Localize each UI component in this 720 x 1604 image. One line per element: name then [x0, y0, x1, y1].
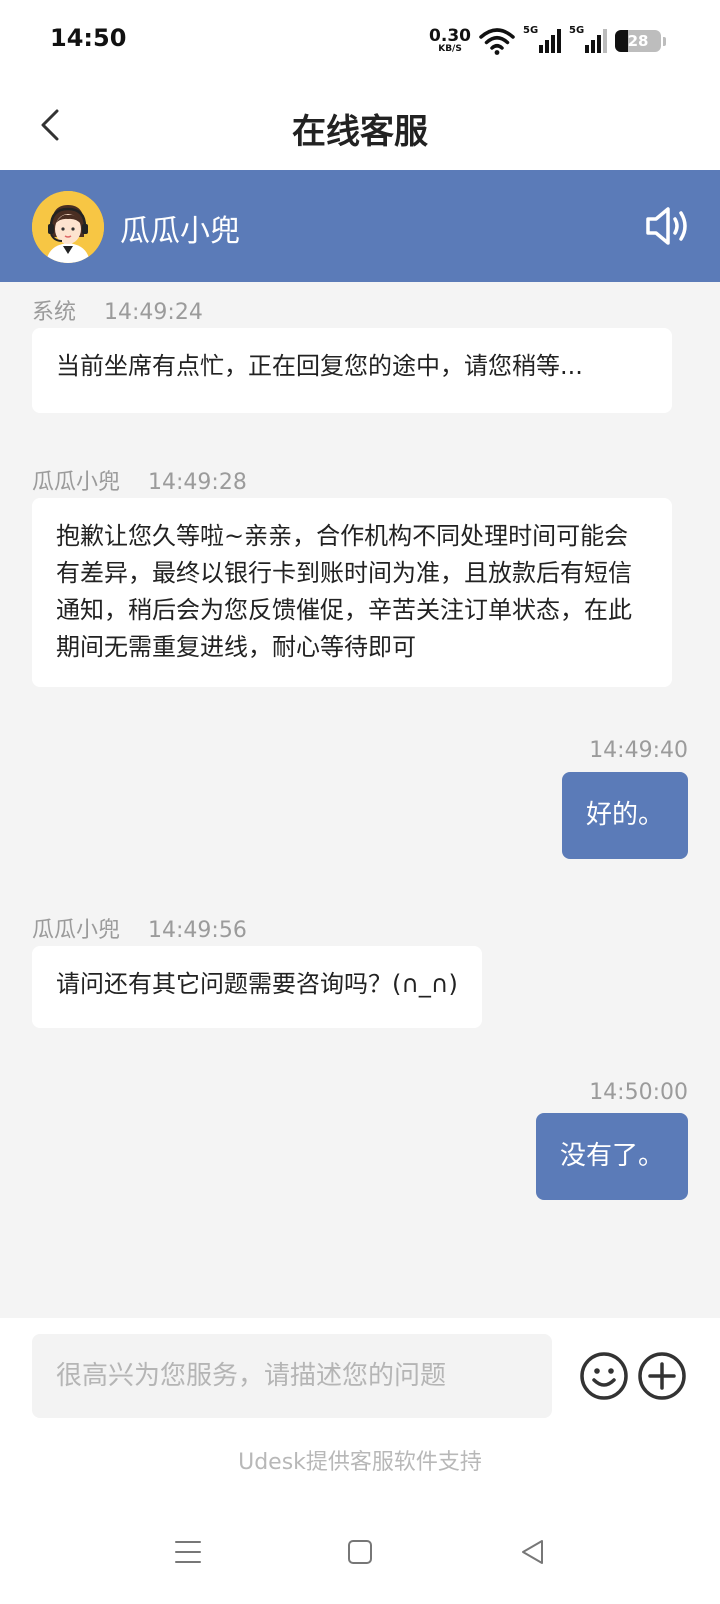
battery-icon: 28	[615, 30, 661, 52]
agent-avatar-icon	[32, 191, 104, 263]
network-speed: 0.30 KB/S	[429, 28, 471, 54]
message-time: 14:49:28	[148, 470, 247, 495]
plus-circle-icon	[638, 1352, 686, 1400]
message-time: 14:50:00	[589, 1080, 688, 1105]
battery-level: 28	[627, 32, 649, 50]
message-sender: 瓜瓜小兜	[32, 470, 121, 495]
message-meta: 14:49:40	[589, 738, 688, 763]
message-bubble-incoming: 请问还有其它问题需要咨询吗？(∩_∩)	[32, 946, 482, 1028]
agent-header: 瓜瓜小兜	[0, 170, 720, 282]
menu-button[interactable]	[166, 1530, 210, 1574]
message-meta: 系统 14:49:24	[32, 294, 203, 326]
wifi-icon	[479, 28, 515, 55]
message-sender: 系统	[32, 300, 77, 325]
back-triangle-icon	[522, 1540, 543, 1564]
speaker-icon	[646, 207, 687, 245]
message-meta: 瓜瓜小兜 14:49:28	[32, 464, 247, 496]
network-speed-value: 0.30	[429, 26, 471, 46]
system-nav-bar	[0, 1530, 720, 1590]
agent-avatar	[32, 191, 104, 263]
message-meta: 瓜瓜小兜 14:49:56	[32, 912, 247, 944]
message-bubble-incoming: 当前坐席有点忙，正在回复您的途中，请您稍等...	[32, 328, 672, 413]
home-button[interactable]	[338, 1530, 382, 1574]
message-time: 14:49:40	[589, 738, 688, 763]
signal-1-icon: 5G	[523, 25, 561, 55]
page-title: 在线客服	[292, 112, 428, 152]
message-bubble-outgoing: 没有了。	[535, 1113, 688, 1200]
message-input[interactable]	[32, 1334, 552, 1418]
signal-2-label: 5G	[569, 25, 585, 36]
battery-tip	[663, 36, 666, 46]
status-icons: 0.30 KB/S 5G 5G 28	[429, 24, 666, 58]
powered-by-text: Udesk提供客服软件支持	[238, 1450, 482, 1475]
home-square-icon	[348, 1540, 372, 1564]
message-bubble-incoming: 抱歉让您久等啦~亲亲，合作机构不同处理时间可能会有差异，最终以银行卡到账时间为准…	[32, 498, 672, 687]
agent-name: 瓜瓜小兜	[120, 214, 240, 249]
message-sender: 瓜瓜小兜	[32, 918, 121, 943]
signal-2-icon: 5G	[569, 25, 607, 55]
plus-button[interactable]	[636, 1350, 688, 1402]
status-bar: 14:50 0.30 KB/S 5G 5G 28	[0, 0, 720, 80]
back-nav-button[interactable]	[510, 1530, 554, 1574]
emoji-button[interactable]	[578, 1350, 630, 1402]
message-time: 14:49:24	[104, 300, 203, 325]
message-time: 14:49:56	[148, 918, 247, 943]
message-bubble-outgoing: 好的。	[561, 772, 688, 859]
signal-1-label: 5G	[523, 25, 539, 36]
network-speed-unit: KB/S	[438, 44, 462, 54]
menu-icon	[175, 1541, 201, 1563]
speaker-button[interactable]	[644, 202, 692, 250]
nav-bar: 在线客服	[0, 80, 720, 170]
chat-area[interactable]: 系统 14:49:24 当前坐席有点忙，正在回复您的途中，请您稍等... 瓜瓜小兜…	[0, 282, 720, 1318]
status-time: 14:50	[50, 24, 127, 52]
message-meta: 14:50:00	[589, 1080, 688, 1105]
emoji-icon	[580, 1352, 628, 1400]
